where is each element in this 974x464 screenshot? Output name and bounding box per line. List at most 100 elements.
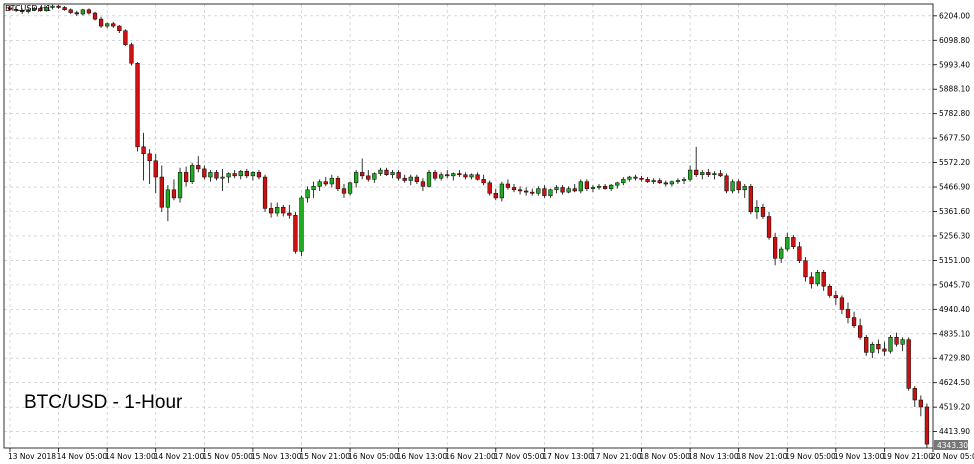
candle-body [323,181,328,185]
candle [724,173,729,194]
candle [590,185,596,193]
candle [481,174,486,186]
x-tick-label: 19 Nov 05:00 [785,452,836,461]
y-tick-label: 5256.30 [939,231,970,240]
candle [86,8,92,15]
candle [457,170,462,178]
candle-body [894,337,899,345]
candle [924,403,930,448]
candle-body [675,180,681,182]
candle-body [900,339,905,345]
candle-body [906,339,911,389]
candle-body [493,193,498,199]
y-tick-label: 6098.80 [939,36,970,45]
candle-body [657,180,662,184]
candle [511,183,517,193]
candle [238,170,243,180]
candle-body [463,174,468,178]
candle-body [129,44,134,64]
candle-body [791,237,796,247]
candle [864,334,869,356]
candle-body [311,186,316,191]
candle [530,188,535,196]
candle [736,179,741,194]
candle-body [353,172,359,184]
candle [706,168,711,178]
candle-body [718,173,723,177]
candles [7,4,930,448]
candle [341,183,347,198]
x-tick-label: 18 Nov 21:00 [737,452,788,461]
candle-body [754,206,760,213]
y-tick-label: 4835.10 [939,329,970,338]
candle-body [135,62,140,148]
candle [602,183,608,190]
candle [153,153,158,194]
candle [226,172,231,183]
candle-body [857,325,863,338]
candle [548,188,553,198]
y-tick-label: 4729.80 [939,354,970,363]
candle-body [378,169,383,174]
candle [68,8,73,14]
candle-body [536,188,541,194]
candle [129,42,134,66]
candle [596,183,602,190]
candle-body [724,175,729,192]
candle-body [912,388,917,401]
candle-body [469,174,474,178]
candle [857,318,863,340]
x-tick-label: 20 Nov 05:00 [931,452,974,461]
candle [499,181,504,202]
candle [317,179,322,191]
candle [742,183,747,198]
candle [754,200,760,219]
candle [469,173,474,180]
candle-body [305,189,310,199]
candle [420,178,426,191]
candle [809,272,814,289]
candle-body [918,399,923,408]
candle-body [208,172,213,178]
candle-body [876,344,881,350]
candle-body [183,172,189,182]
candle-body [590,187,596,189]
candle [439,172,444,181]
candle-body [542,188,547,196]
candle-body [329,177,334,185]
y-tick-label: 6204.00 [939,11,970,20]
candle-body [268,208,274,214]
candle [718,170,723,178]
candle [311,181,316,198]
y-axis: 6204.00 6098.80 5993.40 5888.10 5782.80 5677.… [933,11,970,436]
candle [268,202,274,218]
candle-body [839,297,845,310]
x-tick-label: 17 Nov 13:00 [542,452,593,461]
y-tick-label: 5572.20 [939,158,970,167]
x-tick-label: 14 Nov 13:00 [105,452,156,461]
candle-body [117,25,122,31]
candle [700,170,705,180]
candle-body [645,179,650,182]
candle-body [584,181,590,189]
candle-body [250,172,256,177]
candle [821,269,826,291]
x-tick-label: 15 Nov 13:00 [251,452,302,461]
candle [851,311,857,328]
candle-body [232,173,237,177]
candle-body [742,186,747,191]
candle [463,172,468,180]
candle [396,170,401,181]
candle-body [287,212,292,216]
candle-body [760,206,766,217]
candle-body [451,173,456,177]
candle-body [105,23,110,27]
candle [408,174,413,186]
candle-body [511,187,517,191]
candle [202,165,207,180]
candle-body [171,189,177,199]
candle [578,179,583,194]
candle [92,11,98,21]
candle-body [864,337,869,353]
candle [402,174,407,183]
